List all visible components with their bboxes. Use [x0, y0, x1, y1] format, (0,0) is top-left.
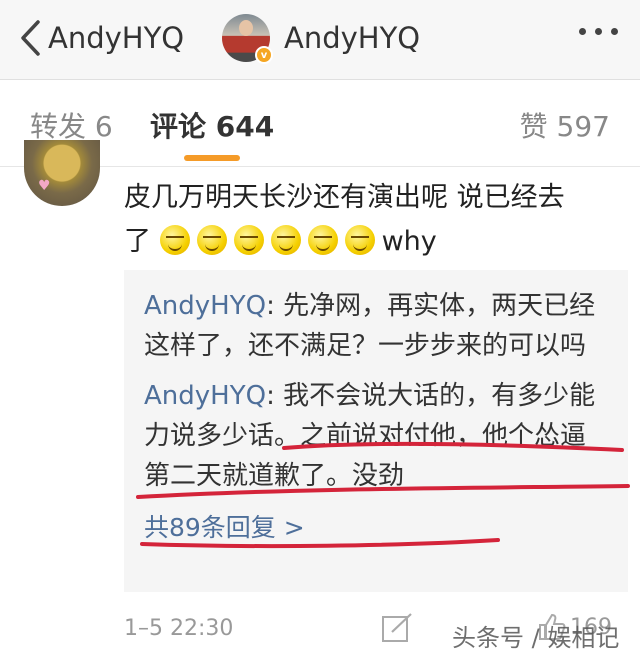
- comment-line-2-prefix: 了: [124, 226, 151, 257]
- back-button[interactable]: AndyHYQ: [18, 10, 184, 66]
- grin-emoji-icon: [307, 225, 338, 255]
- top-navigation-bar: AndyHYQ v AndyHYQ: [0, 0, 640, 80]
- reply-thread: AndyHYQ: 先净网，再实体，两天已经这样了，还不满足？一步步来的可以吗 A…: [124, 270, 628, 592]
- view-more-replies-link[interactable]: 共89条回复 >: [144, 508, 305, 544]
- commenter-avatar[interactable]: [24, 140, 100, 206]
- grin-emoji-icon: [233, 225, 264, 255]
- page-title: AndyHYQ: [284, 21, 421, 55]
- reply-item: AndyHYQ: 我不会说大话的，有多少能力说多少话。之前说对付他，他个怂逼第二…: [144, 376, 608, 496]
- tab-like[interactable]: 赞 597: [520, 105, 610, 145]
- more-dots-icon: [579, 28, 586, 35]
- reply-edit-icon[interactable]: [380, 612, 414, 644]
- active-tab-indicator: [184, 155, 240, 161]
- reply-author[interactable]: AndyHYQ: [144, 381, 266, 411]
- reply-separator: :: [266, 291, 284, 321]
- page-title-area[interactable]: v AndyHYQ: [222, 10, 420, 66]
- verified-badge-icon: v: [255, 46, 273, 64]
- avatar[interactable]: v: [222, 14, 273, 64]
- more-button[interactable]: [579, 28, 618, 35]
- reply-item: AndyHYQ: 先净网，再实体，两天已经这样了，还不满足？一步步来的可以吗: [144, 286, 608, 366]
- reply-author[interactable]: AndyHYQ: [144, 291, 266, 321]
- comment-timestamp: 1–5 22:30: [124, 616, 234, 641]
- grin-emoji-icon: [344, 225, 375, 255]
- grin-emoji-icon: [270, 225, 301, 255]
- emoji-row: [159, 225, 382, 257]
- comment-body: 皮几万明天长沙还有演出呢 说已经去 了 why: [124, 176, 624, 264]
- chevron-left-icon: [21, 20, 40, 56]
- watermark: 头条号 / 娱相记: [452, 624, 620, 652]
- tab-repost[interactable]: 转发 6: [30, 105, 113, 145]
- back-label: AndyHYQ: [48, 21, 185, 55]
- grin-emoji-icon: [196, 225, 227, 255]
- comment-line-2-suffix: why: [381, 226, 437, 257]
- comment-line-1: 皮几万明天长沙还有演出呢 说已经去: [124, 182, 565, 213]
- grin-emoji-icon: [159, 225, 190, 255]
- comment-line-2: 了 why: [124, 220, 624, 264]
- reply-separator: :: [266, 381, 284, 411]
- more-dots-icon: [611, 28, 618, 35]
- more-dots-icon: [595, 28, 602, 35]
- tab-comment[interactable]: 评论 644: [150, 105, 274, 145]
